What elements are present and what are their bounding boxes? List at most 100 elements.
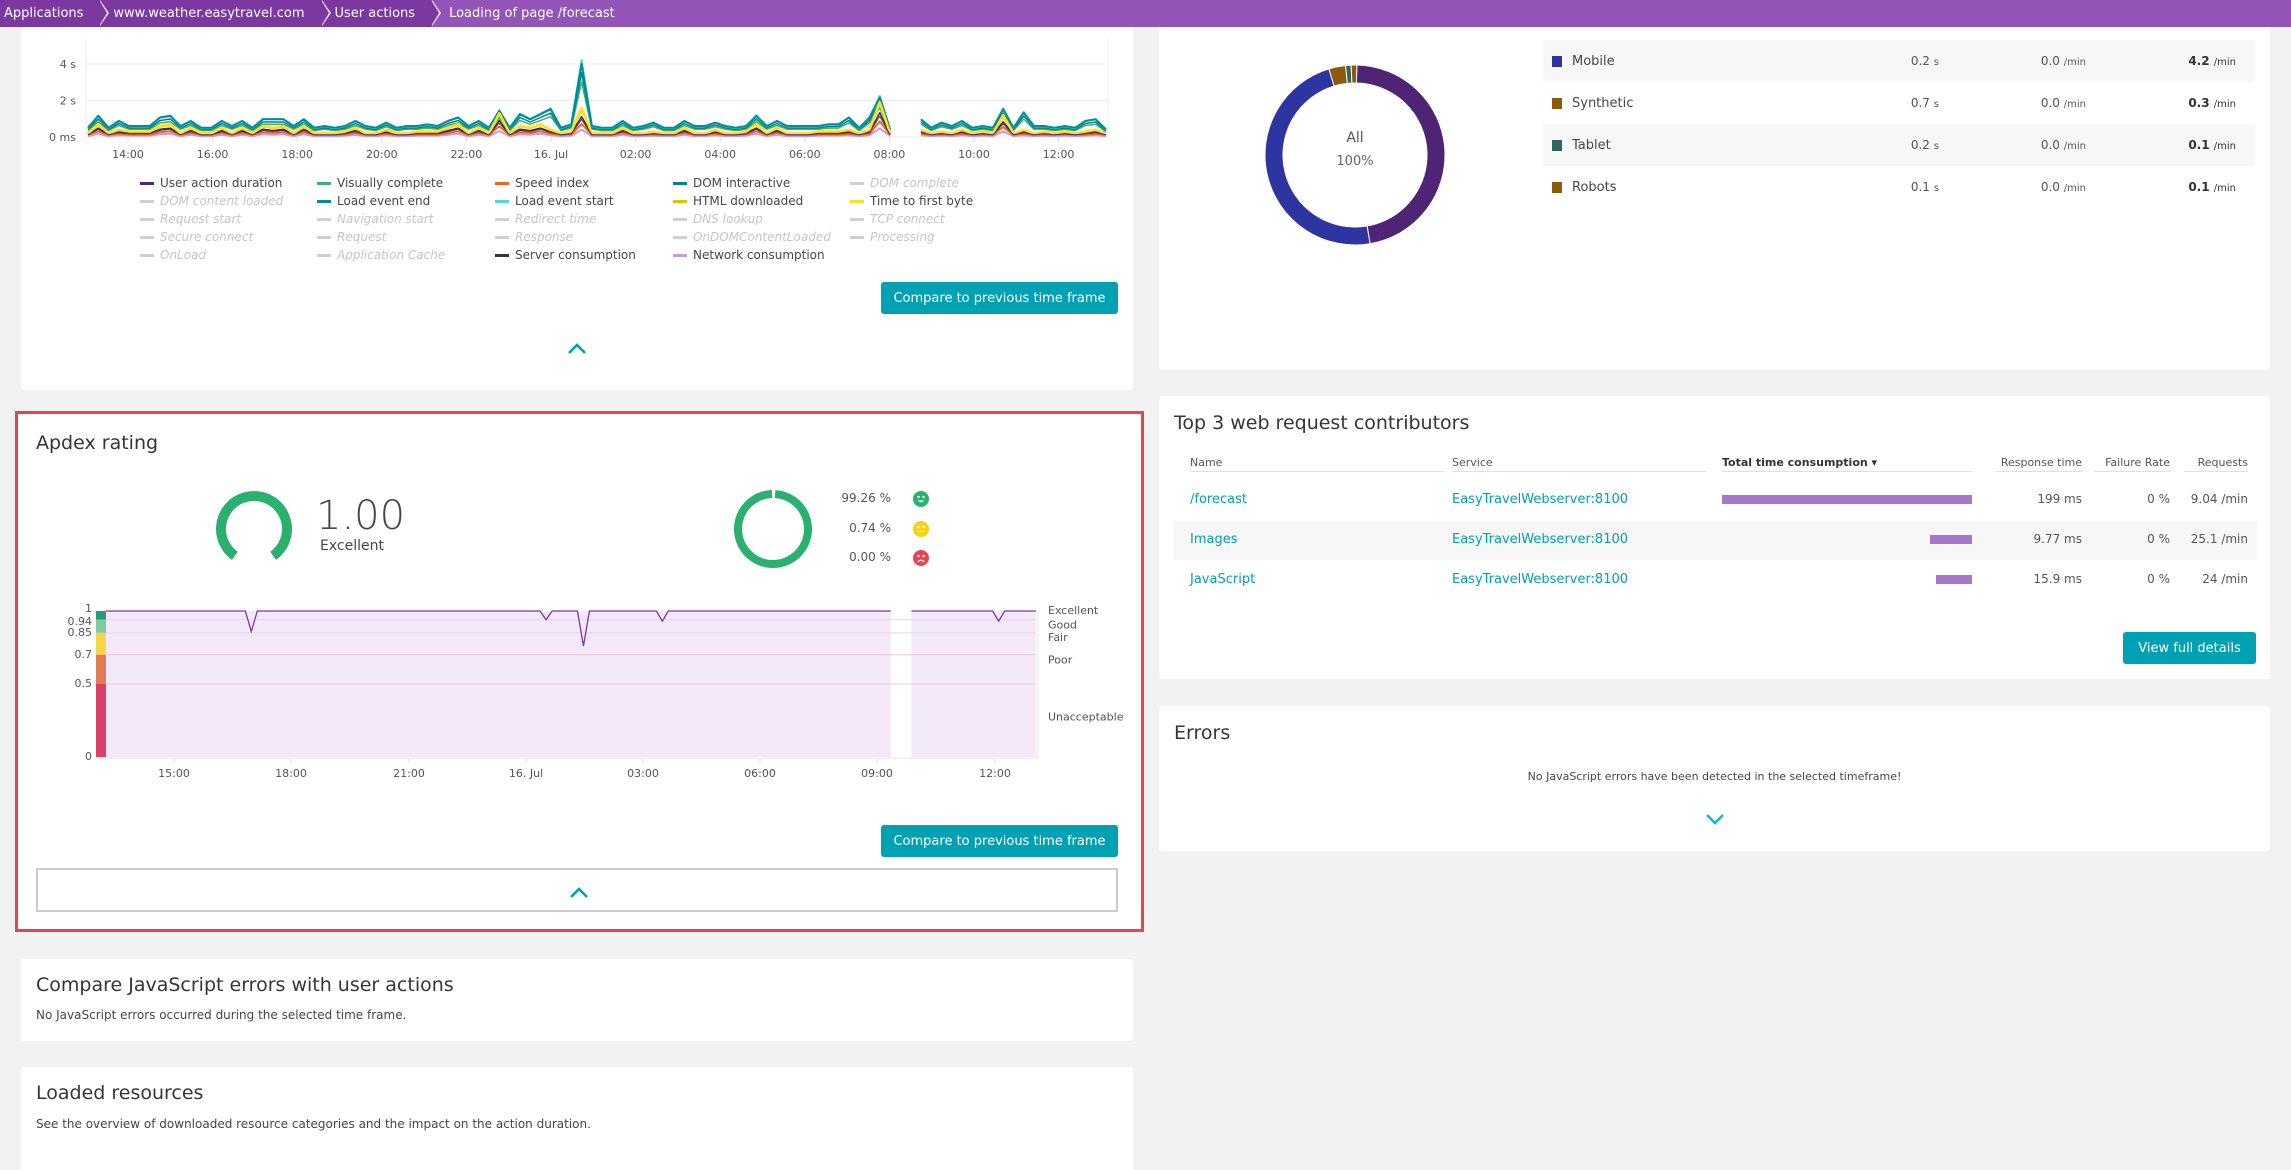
web-request-row[interactable]: /forecast EasyTravelWebserver:8100 199 ms 0… — [1174, 481, 2257, 520]
legend-item[interactable]: Load event start — [495, 194, 673, 208]
web-request-name-link[interactable]: /forecast — [1190, 492, 1247, 507]
legend-item[interactable]: Time to first byte — [850, 194, 1020, 208]
legend-item[interactable]: Navigation start — [317, 212, 495, 226]
user-type-row[interactable]: Mobile 0.2 s 0.0 /min 4.2 /min — [1543, 40, 2255, 82]
legend-label: TCP connect — [870, 212, 945, 226]
web-request-name-link[interactable]: JavaScript — [1190, 572, 1255, 587]
view-full-details-button[interactable]: View full details — [2123, 632, 2256, 664]
user-type-actions: 0.1 /min — [2188, 180, 2236, 194]
legend-item[interactable]: Request start — [140, 212, 317, 226]
apdex-x-tick-label: 21:00 — [393, 767, 425, 780]
user-type-row[interactable]: Tablet 0.2 s 0.0 /min 0.1 /min — [1543, 124, 2255, 166]
apdex-satisfied-segment — [734, 490, 812, 568]
legend-item[interactable]: Processing — [850, 230, 1020, 244]
timing-legend: User action duration Visually complete Spe… — [140, 176, 1020, 262]
col-header-name[interactable]: Name — [1190, 456, 1444, 472]
legend-item[interactable]: Request — [317, 230, 495, 244]
x-tick-label: 16:00 — [197, 148, 229, 161]
legend-label: Request — [337, 230, 387, 244]
value: 0.2 — [1910, 54, 1930, 68]
col-header-requests[interactable]: Requests — [2184, 456, 2248, 472]
expand-chevron-down-icon[interactable] — [1704, 812, 1726, 831]
apdex-title: Apdex rating — [36, 432, 159, 454]
time-consumption-bar — [1722, 495, 1972, 504]
compare-timeframe-button[interactable]: Compare to previous time frame — [881, 282, 1118, 314]
legend-item[interactable]: Application Cache — [317, 248, 495, 262]
legend-label: Request start — [160, 212, 242, 226]
legend-item[interactable]: DOM complete — [850, 176, 1020, 190]
web-request-name-link[interactable]: Images — [1190, 532, 1238, 547]
legend-item[interactable]: Redirect time — [495, 212, 673, 226]
web-request-failure: 0 % — [2147, 572, 2170, 586]
apdex-band-label: Poor — [1048, 654, 1073, 667]
legend-item[interactable]: OnLoad — [140, 248, 317, 262]
apdex-y-tick-label: 1 — [85, 602, 92, 615]
legend-label: Time to first byte — [870, 194, 974, 208]
collapse-chevron-up-icon[interactable] — [566, 340, 588, 359]
apdex-collapse-expander[interactable] — [36, 868, 1118, 912]
col-header-total-time[interactable]: Total time consumption ▾ — [1722, 456, 1972, 472]
donut-center-label: All — [1346, 130, 1364, 146]
legend-label: OnLoad — [160, 248, 207, 262]
col-header-service[interactable]: Service — [1452, 456, 1706, 472]
legend-item[interactable]: DNS lookup — [673, 212, 850, 226]
legend-swatch — [317, 217, 331, 221]
user-type-row[interactable]: Robots 0.1 s 0.0 /min 0.1 /min — [1543, 166, 2255, 208]
apdex-score: 1.00 — [316, 493, 406, 539]
x-tick-label: 20:00 — [366, 148, 398, 161]
apdex-band-label: Unacceptable — [1048, 711, 1124, 724]
x-tick-label: 18:00 — [281, 148, 313, 161]
legend-label: Secure connect — [160, 230, 254, 244]
user-type-duration: 0.2 s — [1911, 138, 1939, 152]
user-type-color-swatch — [1552, 55, 1562, 67]
legend-item[interactable]: Visually complete — [317, 176, 495, 190]
legend-item[interactable]: Response — [495, 230, 673, 244]
web-request-service-link[interactable]: EasyTravelWebserver:8100 — [1452, 572, 1628, 587]
neutral-face-icon — [913, 521, 929, 537]
legend-swatch — [673, 181, 687, 185]
legend-item[interactable]: User action duration — [140, 176, 317, 190]
legend-label: Network consumption — [693, 248, 825, 262]
value: 0.0 — [2040, 138, 2060, 152]
legend-item[interactable]: Secure connect — [140, 230, 317, 244]
web-request-row[interactable]: Images EasyTravelWebserver:8100 9.77 ms 0 %… — [1174, 521, 2257, 560]
breadcrumb-user-actions[interactable]: User actions — [320, 0, 441, 27]
breadcrumb-applications[interactable]: Applications — [0, 0, 110, 27]
legend-item[interactable]: HTML downloaded — [673, 194, 850, 208]
frown-face-icon — [913, 550, 929, 566]
user-type-actions: 4.2 /min — [2188, 54, 2236, 68]
series-load-event-start — [87, 59, 1107, 131]
unit: s — [1933, 141, 1939, 152]
unit: /min — [2063, 57, 2086, 68]
legend-swatch — [673, 217, 687, 221]
legend-item[interactable]: Load event end — [317, 194, 495, 208]
legend-item[interactable]: Network consumption — [673, 248, 850, 262]
legend-label: DNS lookup — [693, 212, 763, 226]
web-request-row[interactable]: JavaScript EasyTravelWebserver:8100 15.9 m… — [1174, 561, 2257, 600]
value: 0.0 — [2040, 54, 2060, 68]
web-request-service-link[interactable]: EasyTravelWebserver:8100 — [1452, 532, 1628, 547]
apdex-compare-timeframe-button[interactable]: Compare to previous time frame — [881, 825, 1118, 857]
legend-item[interactable]: OnDOMContentLoaded — [673, 230, 850, 244]
legend-item[interactable]: Speed index — [495, 176, 673, 190]
legend-swatch — [495, 235, 509, 239]
value: 0.7 — [1910, 96, 1930, 110]
legend-item[interactable]: DOM interactive — [673, 176, 850, 190]
legend-item[interactable]: DOM content loaded — [140, 194, 317, 208]
apdex-gauge — [216, 491, 292, 560]
col-header-response-time[interactable]: Response time — [1996, 456, 2082, 472]
col-header-failure-rate[interactable]: Failure Rate — [2094, 456, 2170, 472]
user-type-row[interactable]: Synthetic 0.7 s 0.0 /min 0.3 /min — [1543, 82, 2255, 124]
legend-item[interactable]: Server consumption — [495, 248, 673, 262]
value: 4.2 — [2188, 54, 2210, 68]
legend-swatch — [317, 199, 331, 203]
y-tick-label: 0 ms — [49, 131, 76, 144]
time-consumption-bar — [1935, 575, 1972, 584]
apdex-band-poor — [96, 654, 106, 684]
web-request-service-link[interactable]: EasyTravelWebserver:8100 — [1452, 492, 1628, 507]
legend-item[interactable]: TCP connect — [850, 212, 1020, 226]
breadcrumb-application[interactable]: www.weather.easytravel.com — [99, 0, 331, 27]
donut-segment[interactable] — [1350, 64, 1358, 84]
legend-swatch — [850, 181, 864, 185]
apdex-x-tick-label: 18:00 — [275, 767, 307, 780]
